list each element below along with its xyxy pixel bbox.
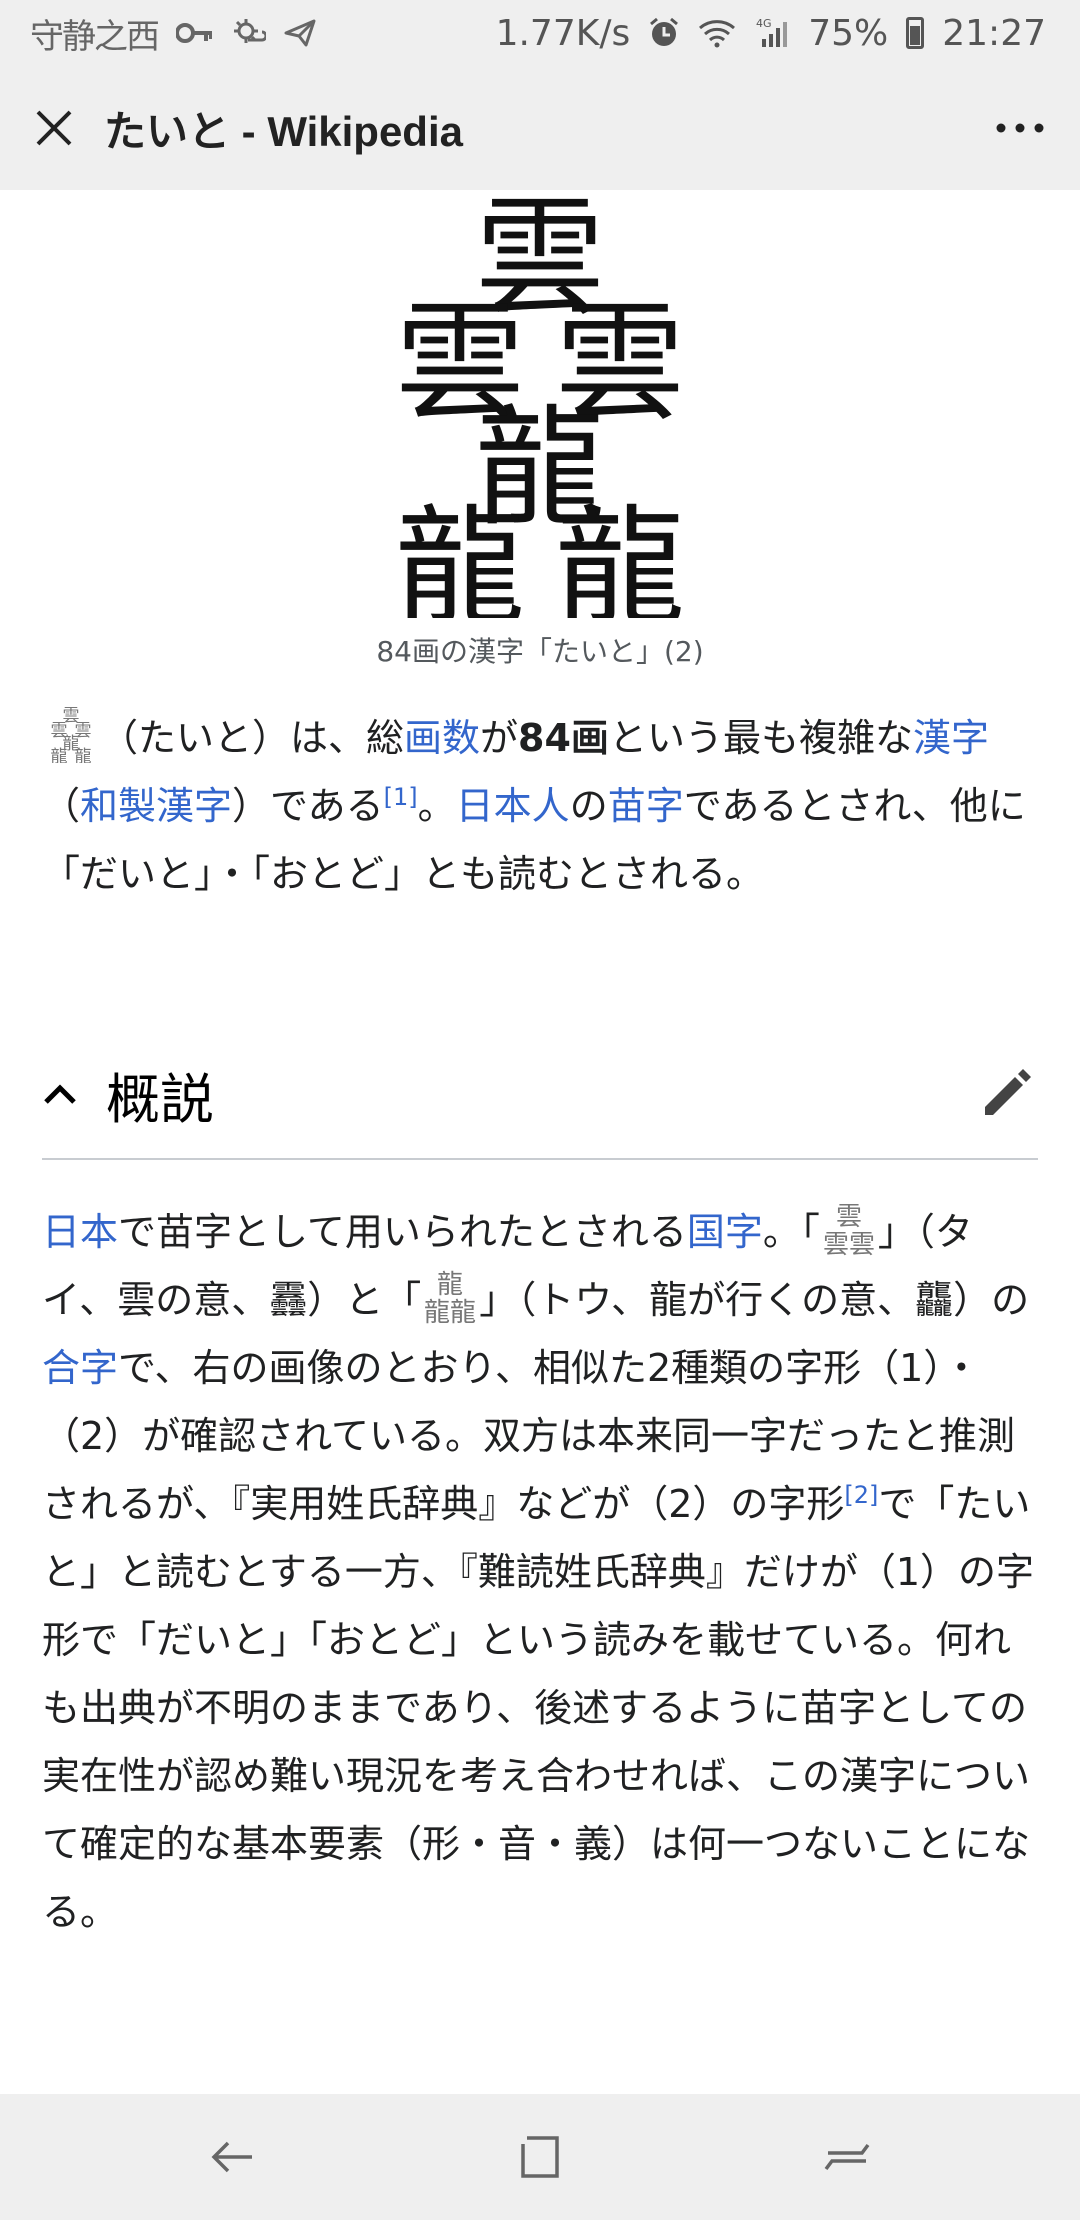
key-icon [176,21,214,45]
status-brand: 守静之西 [30,16,160,57]
home-button[interactable] [495,2112,585,2202]
intro-text: 。 [417,784,456,828]
battery-percent: 75% [808,12,889,54]
taito-inline-image[interactable]: 雲雲雲龍龍龍 [42,705,100,767]
tou-inline-image[interactable]: 龍龍龍 [421,1267,479,1328]
link-japan[interactable]: 日本 [42,1210,118,1254]
intro-text: ）である [232,784,384,828]
status-left: 守静之西 [30,9,316,58]
link-ligature[interactable]: 合字 [42,1346,118,1390]
link-kanji[interactable]: 漢字 [913,716,989,760]
edit-section-button[interactable] [974,1062,1038,1126]
figure-caption: 84画の漢字「たいと」(2) [376,635,704,668]
recents-icon [824,2143,870,2171]
intro-bold-84: 84画 [518,716,609,760]
overview-text: で苗字として用いられたとされる [118,1210,687,1254]
intro-text: （たいと）は、総 [100,716,405,760]
svg-text:雲: 雲 [823,1230,849,1257]
chevron-up-icon[interactable] [42,1072,86,1116]
svg-text:龍: 龍 [424,1298,450,1325]
intro-paragraph: 雲雲雲龍龍龍 （たいと）は、総画数が84画という最も複雑な漢字 （和製漢字）である… [42,704,1042,908]
network-speed: 1.77K/s [495,12,631,54]
intro-text: の [569,784,608,828]
overview-text: 」（トウ、龍が行くの意、龘）の [479,1278,1030,1322]
pencil-icon [985,1069,1031,1115]
back-icon [211,2141,253,2173]
link-stroke-count[interactable]: 画数 [404,716,480,760]
intro-text: が [480,716,519,760]
tai-inline-image[interactable]: 雲雲雲 [820,1199,878,1260]
alarm-icon [648,17,680,49]
svg-text:龍: 龍 [437,1270,463,1300]
taito-kanji-image: 雲 雲 雲 龍 龍 龍 [395,198,685,618]
link-wasei-kanji[interactable]: 和製漢字 [80,784,232,828]
section-header-overview[interactable]: 概説 [42,1030,1038,1160]
svg-text:龍: 龍 [555,492,685,618]
more-vert-icon [996,123,1044,133]
overview-text: 。「 [762,1210,820,1254]
wifi-icon [698,18,738,48]
network-type: 4G [756,17,772,30]
intro-text: という最も複雑な [608,716,913,760]
more-options-button[interactable] [988,96,1052,160]
clock: 21:27 [942,12,1046,54]
weather-icon [232,18,266,48]
intro-text: （ [42,784,81,828]
status-right: 1.77K/s 4G 75% 21:27 [496,13,1046,54]
svg-text:龍: 龍 [75,747,92,763]
reference-1[interactable]: [1] [384,783,418,811]
recents-button[interactable] [802,2112,892,2202]
kanji-figure-image[interactable]: 雲 雲 雲 龍 龍 龍 [0,198,1080,618]
section-title: 概説 [106,1067,214,1131]
send-icon [284,19,316,47]
svg-text:龍: 龍 [450,1298,476,1325]
close-button[interactable] [28,102,80,154]
svg-text:龍: 龍 [51,747,68,763]
home-square-icon [521,2136,559,2178]
system-nav-bar [0,2094,1080,2220]
app-bar: たいと - Wikipedia [0,66,1080,190]
link-surname[interactable]: 苗字 [608,784,684,828]
svg-text:雲: 雲 [836,1202,862,1232]
battery-icon [906,17,925,49]
article-content: 雲 雲 雲 龍 龍 龍 84画の漢字「たいと」(2) 雲雲雲龍龍龍 （たいと）は… [0,190,1080,2094]
signal-icon: 4G [756,17,790,49]
status-bar: 守静之西 1.77K/s 4G 75% 21:27 [0,0,1080,66]
svg-text:龍: 龍 [395,492,525,618]
back-button[interactable] [188,2112,278,2202]
overview-paragraph: 日本で苗字として用いられたとされる国字。「 雲雲雲 」（タイ、雲の意、䨺）と「 … [42,1198,1042,1946]
reference-2[interactable]: [2] [844,1481,878,1509]
link-japanese-people[interactable]: 日本人 [456,784,570,828]
close-icon [36,110,72,146]
link-kokuji[interactable]: 国字 [687,1210,763,1254]
page-title: たいと - Wikipedia [104,107,463,155]
overview-text: で「たいと」と読むとする一方、『難読姓氏辞典』だけが（1）の字形で「だいと」「お… [42,1482,1035,1934]
svg-text:雲: 雲 [849,1230,875,1257]
